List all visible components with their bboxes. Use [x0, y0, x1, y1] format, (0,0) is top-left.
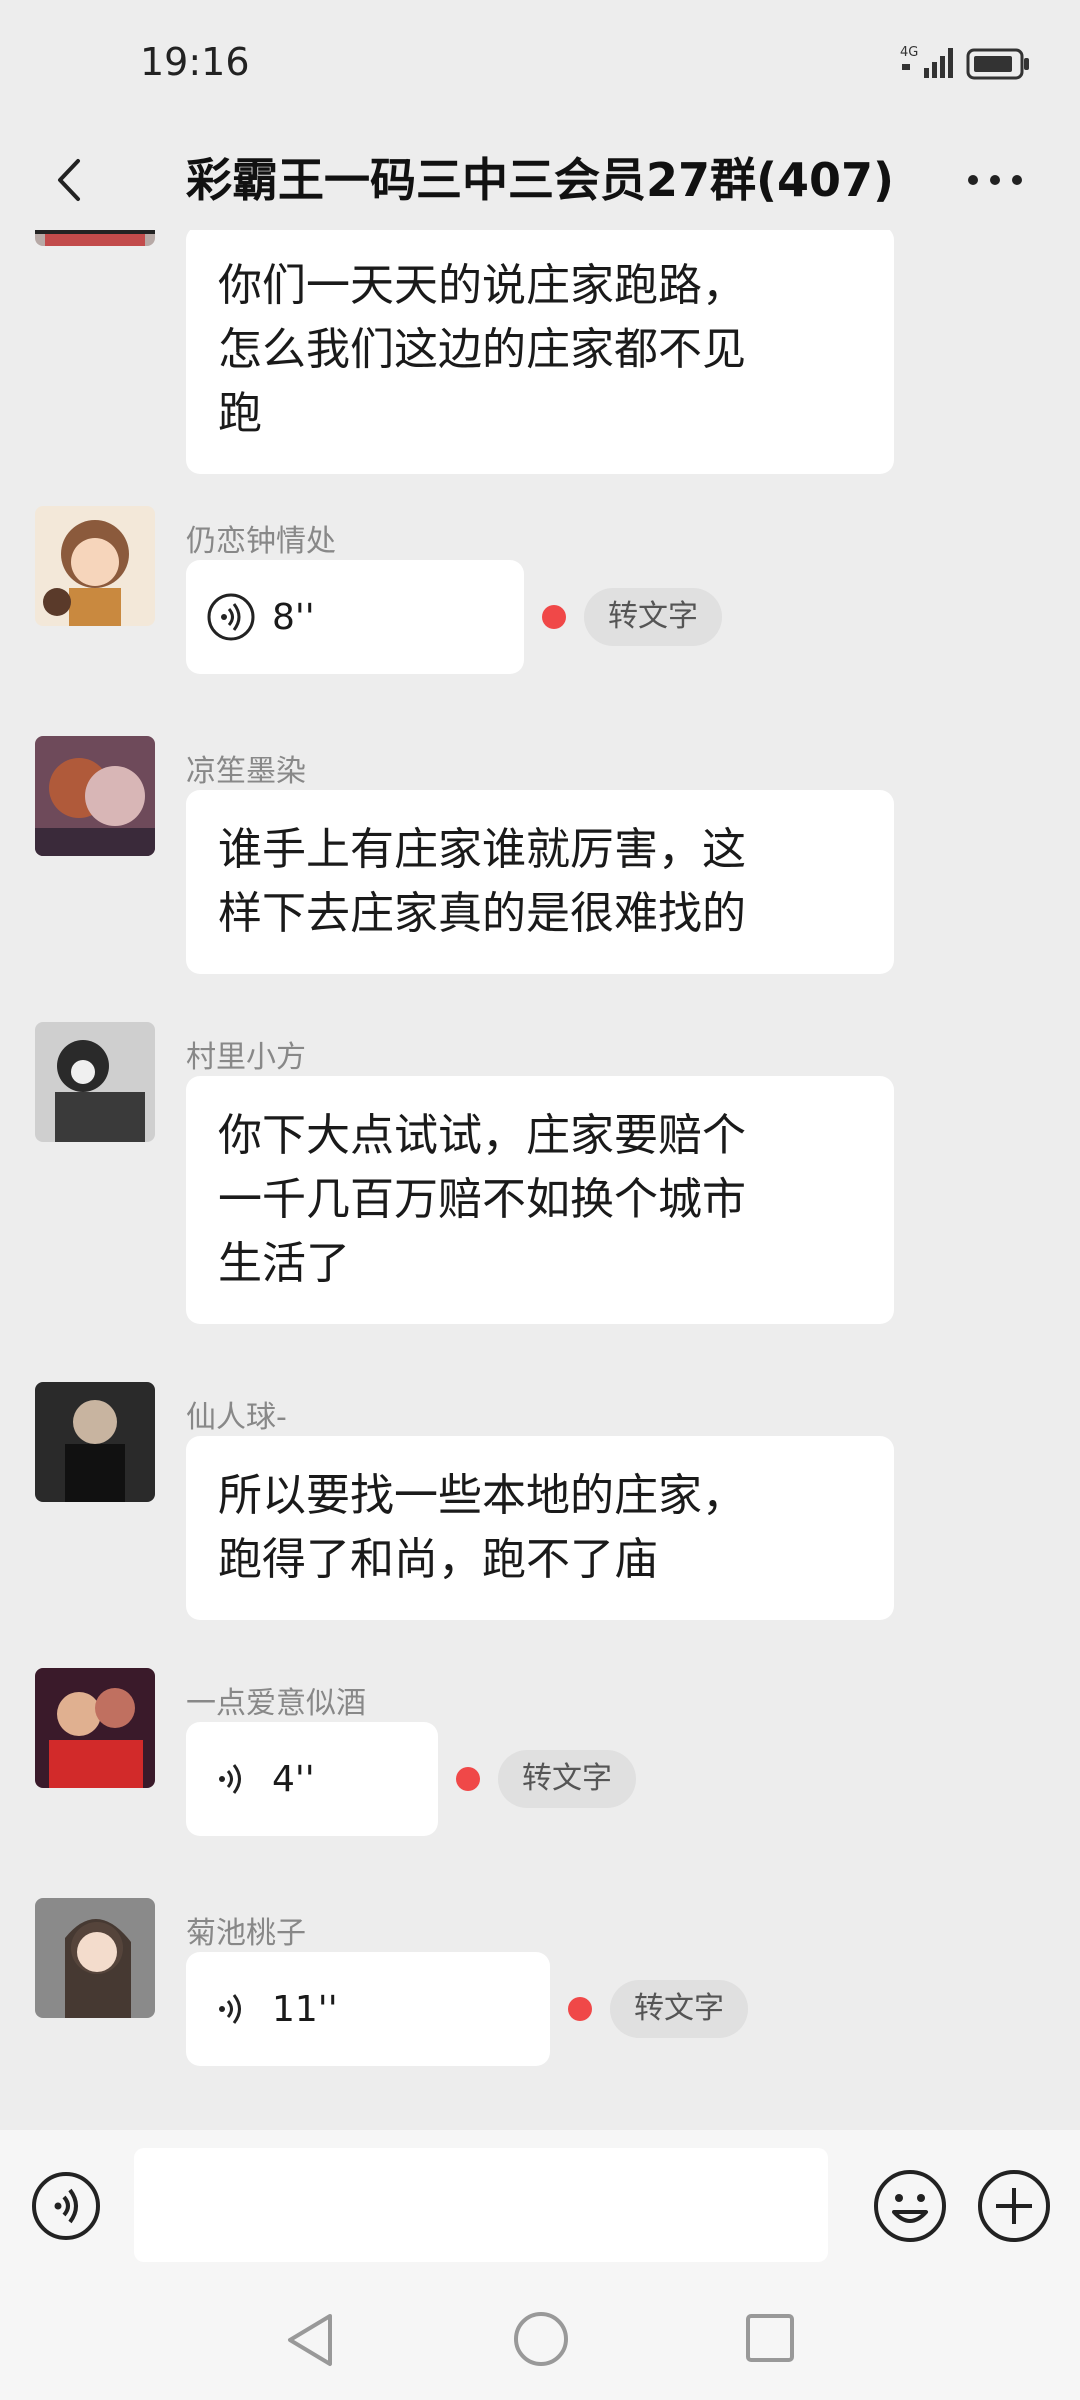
status-time: 19:16: [140, 40, 250, 84]
back-button[interactable]: [30, 140, 110, 220]
voice-wave-icon: [219, 1764, 241, 1794]
sender-name: 仙人球-: [186, 1400, 287, 1435]
avatar[interactable]: [35, 1022, 155, 1142]
emoji-smile-icon[interactable]: [872, 2168, 948, 2244]
sender-name: 一点爱意似酒: [186, 1686, 366, 1721]
voice-message-bubble[interactable]: 4'': [186, 1722, 438, 1836]
voice-message-bubble[interactable]: 8'': [186, 560, 524, 674]
message-line: 跑得了和尚，跑不了庙: [218, 1534, 658, 1585]
more-button[interactable]: [955, 140, 1035, 220]
message-line: 生活了: [218, 1238, 350, 1289]
message-input[interactable]: [134, 2148, 828, 2262]
sender-name: 凉笙墨染: [186, 754, 306, 789]
chat-screen: 19:16 4G 彩霸王一码三中三会员27群(407) 你们一天天的说庄家跑路，…: [0, 0, 1080, 2400]
input-bar: [0, 2130, 1080, 2280]
message-line: 样下去庄家真的是很难找的: [218, 888, 746, 939]
status-bar: 19:16 4G: [0, 0, 1080, 130]
avatar[interactable]: [35, 736, 155, 856]
plus-icon[interactable]: [976, 2168, 1052, 2244]
back-arrow-icon: [58, 159, 80, 201]
avatar[interactable]: [35, 506, 155, 626]
message-bubble-text[interactable]: 你下大点试试，庄家要赔个 一千几百万赔不如换个城市 生活了: [186, 1076, 894, 1324]
message-line: 怎么我们这边的庄家都不见: [218, 324, 746, 375]
convert-to-text-button[interactable]: 转文字: [610, 1980, 748, 2038]
voice-duration: 11'': [272, 1988, 338, 2030]
chat-title: 彩霸王一码三中三会员27群(407): [185, 153, 895, 207]
voice-wave-icon: [219, 1994, 241, 2024]
message-bubble-text[interactable]: 谁手上有庄家谁就厉害，这 样下去庄家真的是很难找的: [186, 790, 894, 974]
unread-dot: [568, 1997, 592, 2021]
voice-input-toggle-icon[interactable]: [30, 2170, 102, 2242]
message-bubble-text[interactable]: 所以要找一些本地的庄家， 跑得了和尚，跑不了庙: [186, 1436, 894, 1620]
avatar[interactable]: [35, 1898, 155, 2018]
voice-duration: 4'': [272, 1758, 315, 1800]
chat-header: 彩霸王一码三中三会员27群(407): [0, 130, 1080, 230]
message-list[interactable]: 你们一天天的说庄家跑路， 怎么我们这边的庄家都不见 跑 仍恋钟情处 8'' 转文…: [0, 230, 1080, 2130]
unread-dot: [456, 1767, 480, 1791]
message-line: 你下大点试试，庄家要赔个: [218, 1110, 746, 1161]
voice-message-bubble[interactable]: 11'': [186, 1952, 550, 2066]
message-line: 所以要找一些本地的庄家，: [218, 1470, 746, 1521]
nav-home-icon[interactable]: [512, 2310, 570, 2368]
network-type-label: 4G: [900, 45, 918, 60]
message-bubble-text[interactable]: 你们一天天的说庄家跑路， 怎么我们这边的庄家都不见 跑: [186, 230, 894, 474]
voice-duration: 8'': [272, 596, 315, 638]
avatar[interactable]: [35, 230, 155, 246]
sender-name: 仍恋钟情处: [186, 524, 336, 559]
convert-to-text-button[interactable]: 转文字: [584, 588, 722, 646]
nav-back-icon[interactable]: [282, 2310, 338, 2370]
message-line: 你们一天天的说庄家跑路，: [218, 260, 746, 311]
unread-dot: [542, 605, 566, 629]
system-nav-bar: [0, 2280, 1080, 2400]
battery-icon: [966, 48, 1029, 80]
message-line: 谁手上有庄家谁就厉害，这: [218, 824, 746, 875]
avatar[interactable]: [35, 1382, 155, 1502]
nav-recent-apps-icon[interactable]: [744, 2312, 796, 2364]
message-line: 一千几百万赔不如换个城市: [218, 1174, 746, 1225]
convert-to-text-button[interactable]: 转文字: [498, 1750, 636, 1808]
more-dots-icon: [968, 175, 1022, 185]
sender-name: 菊池桃子: [186, 1916, 306, 1951]
signal-icon: 4G: [900, 45, 953, 78]
voice-wave-icon: [207, 593, 255, 641]
avatar[interactable]: [35, 1668, 155, 1788]
message-line: 跑: [218, 388, 262, 439]
sender-name: 村里小方: [186, 1040, 306, 1075]
